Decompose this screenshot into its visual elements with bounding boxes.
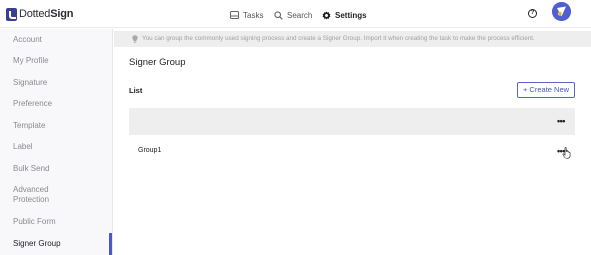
sidebar-item-public-form[interactable]: Public Form [13,217,56,227]
header-more-icon[interactable]: ••• [557,117,565,126]
table-row[interactable]: Group1 ••• [129,135,575,167]
sidebar-item-my-profile[interactable]: My Profile [13,56,49,66]
list-label: List [129,86,143,95]
top-bar: DottedSign Tasks Search Settings ? [0,0,591,28]
nav-settings-label: Settings [335,10,367,20]
gear-icon [322,10,331,20]
page-title: Signer Group [129,57,186,68]
group-name: Group1 [138,147,162,154]
create-new-button[interactable]: + Create New [517,82,575,98]
sidebar-item-bulk-send[interactable]: Bulk Send [13,164,49,174]
sidebar-item-advanced-line1: Advanced [13,185,49,194]
tasks-icon [230,11,239,19]
info-banner-text: You can group the commonly used signing … [142,35,535,42]
logo-icon [6,7,17,21]
lightbulb-icon [132,35,138,43]
hand-cursor-icon [562,147,571,159]
sidebar-item-label[interactable]: Label [13,142,33,152]
nav-settings[interactable]: Settings [322,8,367,22]
nav-tasks[interactable]: Tasks [230,8,263,22]
avatar-image [552,2,571,21]
help-icon[interactable]: ? [528,9,537,18]
logo[interactable]: DottedSign [6,7,73,21]
sidebar: Account My Profile Signature Preference … [0,29,113,255]
logo-text: DottedSign [19,8,73,20]
sidebar-active-indicator [109,233,112,255]
info-banner: You can group the commonly used signing … [114,31,591,47]
nav-search[interactable]: Search [274,8,312,22]
sidebar-item-signer-group[interactable]: Signer Group [13,239,61,249]
table-header: ••• [129,108,575,135]
sidebar-item-advanced-line2: Protection [13,195,50,204]
sidebar-item-signature[interactable]: Signature [13,78,47,88]
sidebar-item-preference[interactable]: Preference [13,99,52,109]
nav-tasks-label: Tasks [243,10,264,20]
sidebar-item-account[interactable]: Account [13,35,42,45]
sidebar-item-advanced-protection[interactable]: Advanced Protection [13,185,49,205]
search-icon [274,10,283,20]
avatar[interactable] [552,2,571,21]
nav-search-label: Search [287,10,313,20]
logo-suffix: Sign [50,8,74,20]
logo-prefix: Dotted [19,8,51,20]
sidebar-item-template[interactable]: Template [13,121,45,131]
